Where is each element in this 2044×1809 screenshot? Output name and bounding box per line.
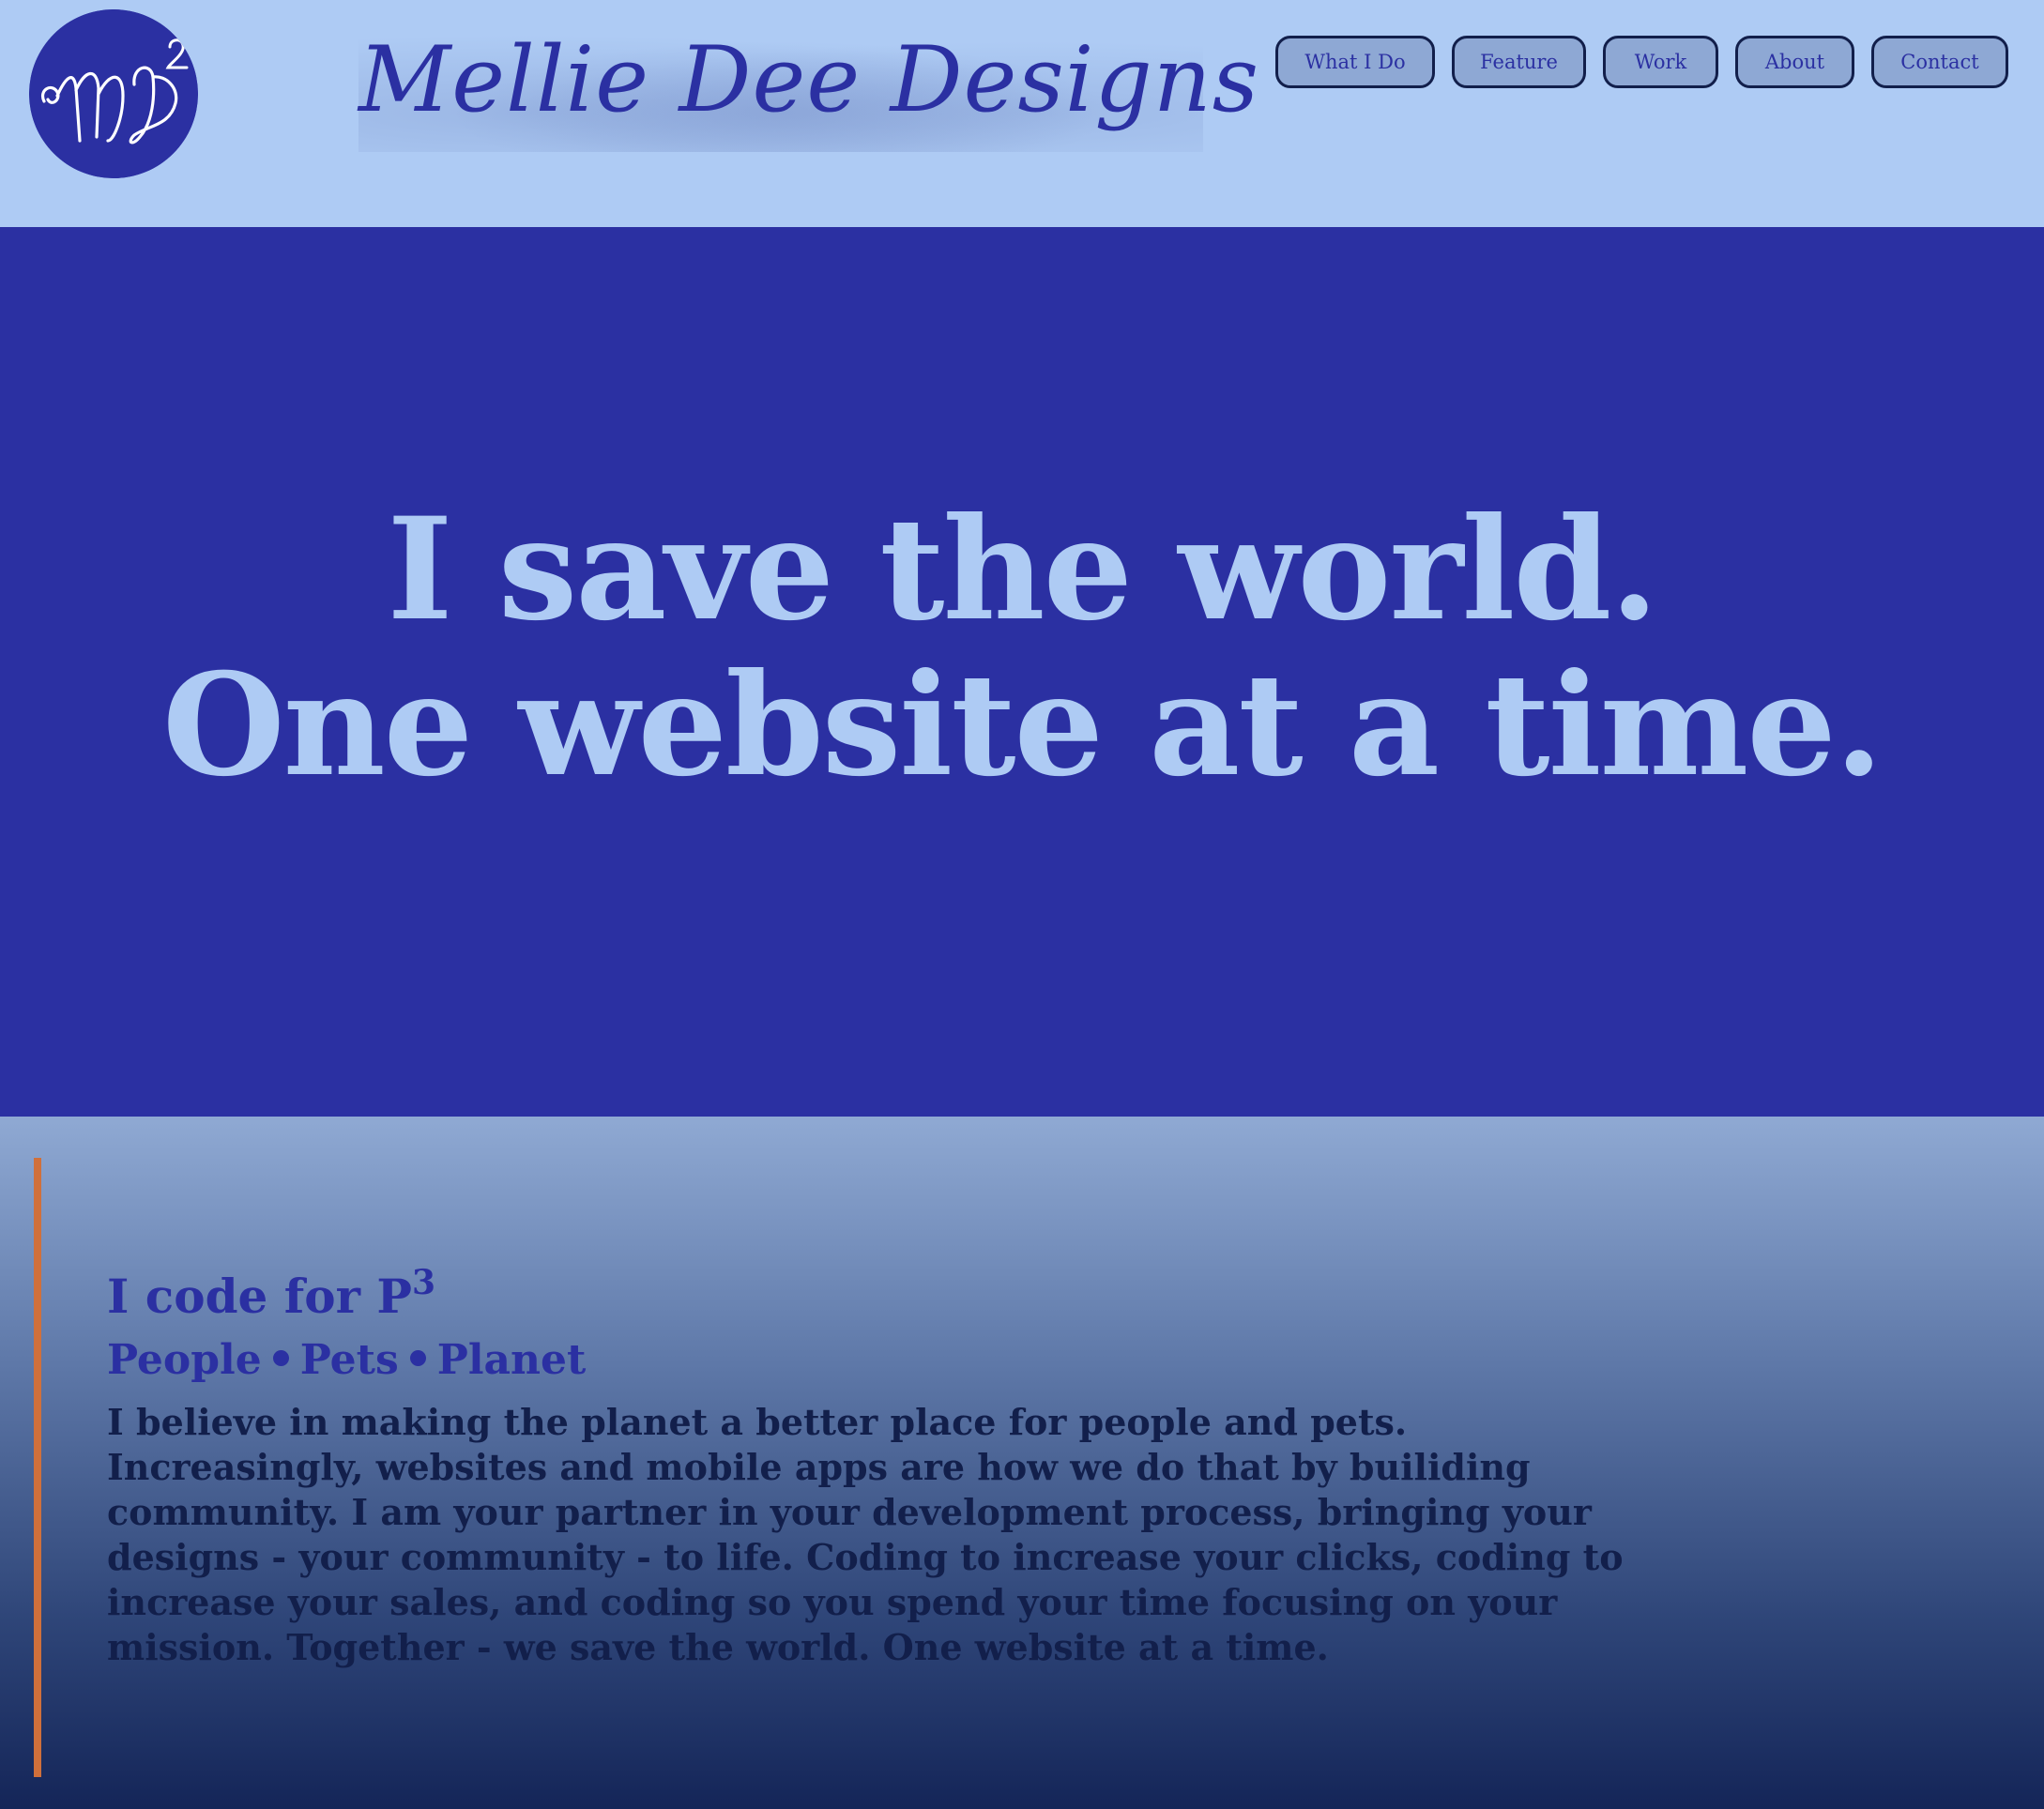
nav-contact-button[interactable]: Contact — [1871, 36, 2008, 88]
bullet-dot-icon — [272, 1350, 289, 1366]
pillar-pets: Pets — [299, 1336, 399, 1384]
mission-body: I believe in making the planet a better … — [107, 1401, 1624, 1668]
logo-monogram[interactable] — [29, 9, 198, 178]
main-nav: What I Do Feature Work About Contact — [1275, 36, 2008, 88]
bullet-dot-icon — [409, 1350, 426, 1366]
site-wordmark[interactable]: Mellie Dee Designs — [358, 21, 1259, 152]
mission-title-superscript: 3 — [411, 1263, 436, 1302]
wordmark-text: Mellie Dee Designs — [358, 27, 1259, 132]
site-header: Mellie Dee Designs What I Do Feature Wor… — [0, 0, 2044, 227]
monogram-icon — [29, 9, 198, 178]
mission-title-text: I code for P — [107, 1269, 412, 1324]
hero-headline-line2: One website at a time. — [162, 643, 1884, 808]
mission-title: I code for P3 — [107, 1266, 435, 1327]
hero-banner: I save the world. One website at a time. — [0, 227, 2044, 1117]
accent-bar — [34, 1158, 41, 1777]
hero-headline-line1: I save the world. — [387, 487, 1658, 652]
pillar-people: People — [107, 1336, 262, 1384]
nav-about-button[interactable]: About — [1735, 36, 1854, 88]
nav-feature-button[interactable]: Feature — [1452, 36, 1586, 88]
mission-pillars: People Pets Planet — [107, 1334, 586, 1387]
mission-section: I code for P3 People Pets Planet I believe… — [0, 1117, 2044, 1809]
nav-work-button[interactable]: Work — [1603, 36, 1718, 88]
pillar-planet: Planet — [436, 1336, 587, 1384]
nav-what-i-do-button[interactable]: What I Do — [1275, 36, 1435, 88]
